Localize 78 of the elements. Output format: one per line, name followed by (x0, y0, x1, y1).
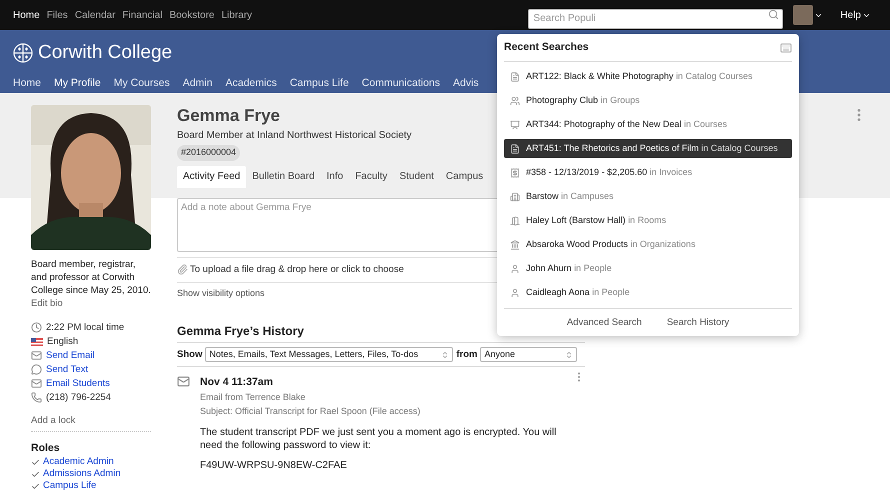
role-link[interactable]: Academic Admin (43, 455, 114, 470)
contact-link[interactable]: Send Text (46, 362, 88, 377)
profile-tab[interactable]: Activity Feed (177, 166, 246, 188)
entry-sender: Email from Terrence Blake (200, 391, 306, 404)
document-icon (510, 72, 520, 82)
entry-date: Nov 4 11:37am (200, 375, 274, 390)
receipt-icon (510, 168, 520, 178)
entry-subject: Subject: Official Transcript for Rael Spoon (File access) (200, 404, 422, 418)
clock-icon (31, 322, 42, 334)
password-text: F49UW-WRPSU-9N8EW-C2FAE (200, 459, 348, 473)
recent-search-item[interactable]: Photography Club in Groups (504, 91, 792, 110)
profile-tab[interactable]: Faculty (349, 166, 394, 188)
people-icon (510, 96, 520, 106)
contact-text: (218) 796-2254 (46, 390, 111, 405)
person-icon (510, 264, 520, 274)
id-badge: #2016000004 (177, 145, 240, 160)
top-nav-link[interactable]: Files (46, 8, 68, 22)
dropdown-footer-link[interactable]: Search History (666, 316, 730, 330)
recent-search-item[interactable]: Barstow in Campuses (504, 187, 792, 206)
envelope-icon (31, 350, 42, 362)
top-nav-link[interactable]: Home (13, 8, 40, 22)
profile-tab[interactable]: Bulletin Board (246, 166, 321, 188)
avatar-menu[interactable] (793, 5, 824, 25)
person-icon (510, 288, 520, 298)
presentation-icon (510, 120, 520, 130)
college-name: Corwith College (38, 41, 172, 65)
upload-hint[interactable]: To upload a file drag & drop here or click to choose (190, 262, 404, 277)
role-link[interactable]: Campus Life (43, 479, 96, 494)
top-nav-link[interactable]: Library (221, 8, 252, 22)
recent-search-item[interactable]: ART122: Black & White Photography in Catalog Courses (504, 67, 792, 86)
role-link[interactable]: Admissions Admin (43, 467, 121, 482)
edit-bio-link[interactable]: Edit bio (31, 297, 151, 312)
contact-link[interactable]: Send Email (46, 348, 95, 363)
recent-search-item[interactable]: #358 - 12/13/2019 - $2,205.60 in Invoices (504, 163, 792, 182)
from-label: from (456, 348, 478, 362)
avatar-icon (793, 5, 814, 25)
college-logo-icon (13, 43, 33, 64)
flag-icon (31, 338, 43, 346)
type-select[interactable]: Notes, Emails, Text Messages, Letters, Files, To-dos (205, 347, 454, 362)
envelope-icon (31, 378, 42, 390)
entry-body: The student transcript PDF we just sent you a moment ago is encrypted. You will need the following password to view it: (200, 426, 558, 452)
bio-text: Board member, registrar, and professor at Corwith College since May 25, 2010. (31, 258, 151, 297)
top-nav-link[interactable]: Calendar (74, 8, 116, 22)
landmark-icon (510, 240, 520, 250)
profile-name: Gemma Frye (177, 106, 280, 126)
recent-search-item[interactable]: John Ahurn in People (504, 259, 792, 278)
dropdown-title: Recent Searches (504, 40, 589, 55)
paperclip-icon (177, 264, 188, 276)
recent-search-item[interactable]: Absaroka Wood Products in Organizations (504, 235, 792, 254)
contact-text: English (47, 334, 78, 349)
top-nav-link[interactable]: Bookstore (169, 8, 214, 22)
select-arrows-icon (565, 350, 574, 359)
keyboard-icon[interactable] (780, 42, 792, 54)
recent-search-item[interactable]: ART344: Photography of the New Deal in Courses (504, 115, 792, 134)
select-arrows-icon (441, 350, 450, 359)
phone-icon (31, 392, 42, 404)
help-menu[interactable]: Help (840, 8, 871, 22)
search-field[interactable]: Search Populi (528, 8, 784, 28)
show-label: Show (177, 348, 202, 362)
author-select[interactable]: Anyone (480, 347, 578, 362)
building-icon (510, 192, 520, 202)
roles-heading: Roles (31, 440, 61, 456)
add-lock-link[interactable]: Add a lock (31, 414, 151, 432)
document-icon (510, 144, 520, 154)
recent-search-item[interactable]: Haley Loft (Barstow Hall) in Rooms (504, 211, 792, 230)
envelope-icon (177, 375, 190, 388)
contact-link[interactable]: Email Students (46, 376, 110, 391)
door-icon (510, 216, 520, 226)
profile-tab[interactable]: Student (393, 166, 440, 188)
profile-tab[interactable]: Campus (440, 166, 490, 188)
contact-text: 2:22 PM local time (46, 320, 124, 335)
profile-subtitle: Board Member at Inland Northwest Historical Society (177, 129, 413, 143)
top-nav-link[interactable]: Financial (122, 8, 162, 22)
speech-bubble-icon (31, 364, 42, 376)
profile-tab[interactable]: Info (320, 166, 350, 188)
recent-search-item[interactable]: ART451: The Rhetorics and Poetics of Film in Catalog Courses (504, 139, 792, 158)
search-icon (768, 9, 780, 20)
recent-search-item[interactable]: Caidleagh Aona in People (504, 283, 792, 302)
